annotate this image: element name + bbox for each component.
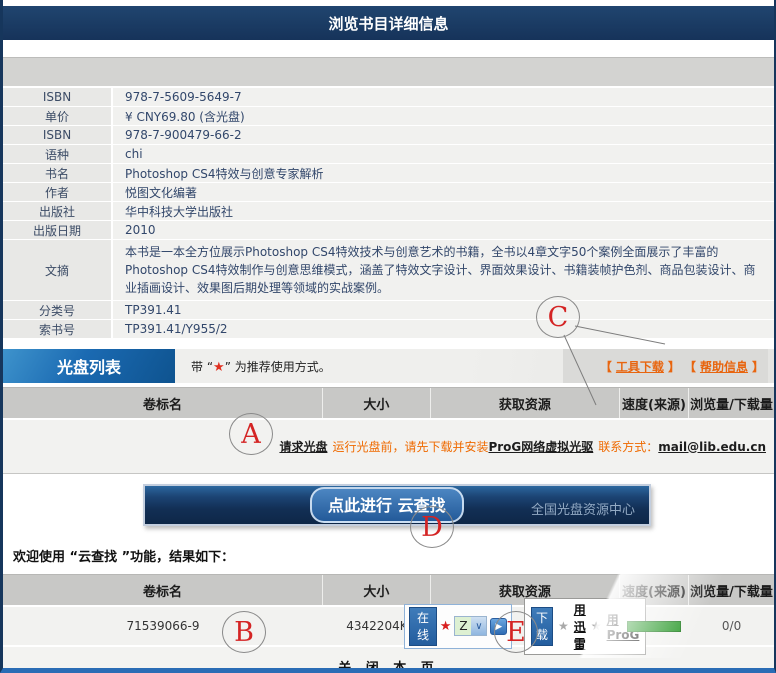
detail-label: 分类号 (3, 301, 113, 319)
contact-mail-link[interactable]: mail@lib.edu.cn (658, 440, 766, 454)
detail-value: 2010 (113, 221, 774, 239)
detail-label: ISBN (3, 88, 113, 106)
bracket: 】 (668, 358, 680, 375)
close-page-link[interactable]: 关 闭 本 页 (338, 657, 439, 673)
annotation-d: D (410, 506, 454, 548)
header-speed-source: 速度(来源) (620, 388, 689, 418)
recommended-star-icon: ★ (440, 619, 452, 634)
detail-label: ISBN (3, 126, 113, 144)
detail-value: 悦图文化编著 (113, 183, 774, 201)
cloud-search-result-table: 卷标名 大小 获取资源 速度(来源) 浏览量/下载量 71539066-9 43… (3, 574, 774, 673)
tools-download-link[interactable]: 工具下载 (616, 358, 664, 375)
empty-toolbar-band (3, 57, 774, 86)
header-volume-label: 卷标名 (3, 575, 323, 605)
hint-suffix: ” 为推荐使用方式。 (225, 360, 331, 374)
views-downloads-value: 0/0 (689, 607, 774, 645)
disc-list-table: 卷标名 大小 获取资源 速度(来源) 浏览量/下载量 请求光盘 运行光盘前，请先… (3, 387, 774, 474)
disc-table-header: 卷标名 大小 获取资源 速度(来源) 浏览量/下载量 (3, 388, 774, 418)
detail-row-author: 作者 悦图文化编著 (3, 183, 774, 202)
star-icon: ★ (213, 360, 225, 375)
detail-label: 单价 (3, 107, 113, 125)
national-disc-center-label: 全国光盘资源中心 (531, 499, 635, 518)
request-disc-link[interactable]: 请求光盘 (279, 438, 327, 455)
detail-row-pubdate: 出版日期 2010 (3, 221, 774, 240)
annotation-b: B (222, 611, 266, 653)
header-views-downloads: 浏览量/下载量 (689, 388, 774, 418)
player-select[interactable]: Z ∨ (454, 616, 487, 636)
detail-row-abstract: 文摘 本书是一本全方位展示Photoshop CS4特效技术与创意艺术的书籍，全… (3, 240, 774, 301)
header-volume-label: 卷标名 (3, 388, 323, 418)
tools-links-box: 【工具下载】 【帮助信息】 (563, 349, 768, 383)
detail-label: 索书号 (3, 320, 113, 338)
contact-label: 联系方式： (598, 438, 658, 455)
catalog-detail-page: 浏览书目详细信息 ISBN 978-7-5609-5649-7 单价 ¥ CNY… (0, 0, 776, 673)
prog-virtual-drive-link[interactable]: ProG网络虚拟光驱 (488, 438, 593, 455)
disc-list-section-header: 光盘列表 带 “★” 为推荐使用方式。 【工具下载】 【帮助信息】 (3, 349, 774, 383)
detail-value: TP391.41/Y955/2 (113, 320, 774, 338)
page-title: 浏览书目详细信息 (3, 6, 774, 40)
detail-value: TP391.41 (113, 301, 774, 319)
detail-value: chi (113, 145, 774, 163)
detail-value: Photoshop CS4特效与创意专家解析 (113, 164, 774, 182)
header-size: 大小 (323, 575, 431, 605)
detail-label: 书名 (3, 164, 113, 182)
result-table-header: 卷标名 大小 获取资源 速度(来源) 浏览量/下载量 (3, 575, 774, 605)
bibliographic-details: ISBN 978-7-5609-5649-7 单价 ¥ CNY69.80 (含光… (3, 88, 774, 339)
detail-value: 本书是一本全方位展示Photoshop CS4特效技术与创意艺术的书籍，全书以4… (113, 240, 774, 300)
annotation-e: E (494, 611, 538, 653)
detail-row-language: 语种 chi (3, 145, 774, 164)
hint-prefix: 带 “ (191, 360, 213, 374)
detail-label: 出版社 (3, 202, 113, 220)
detail-value: ¥ CNY69.80 (含光盘) (113, 107, 774, 125)
header-size: 大小 (323, 388, 431, 418)
cloud-search-result-message: 欢迎使用 “云查找 ”功能，结果如下： (13, 546, 774, 565)
cloud-search-banner[interactable]: 点此进行 云查找 全国光盘资源中心 (143, 484, 651, 526)
detail-row-isbn2: ISBN 978-7-900479-66-2 (3, 126, 774, 145)
star-icon: ★ (558, 619, 569, 633)
disc-list-badge: 光盘列表 (3, 349, 175, 383)
bracket: 】 (752, 358, 764, 375)
install-instruction-text: 运行光盘前，请先下载并安装 (332, 438, 488, 455)
table-footer-row: 关 闭 本 页 (3, 645, 774, 673)
detail-row-isbn1: ISBN 978-7-5609-5649-7 (3, 88, 774, 107)
detail-label: 语种 (3, 145, 113, 163)
detail-row-publisher: 出版社 华中科技大学出版社 (3, 202, 774, 221)
detail-label: 出版日期 (3, 221, 113, 239)
chevron-down-icon[interactable]: ∨ (471, 617, 486, 635)
header-get-resource: 获取资源 (431, 388, 620, 418)
result-table-row: 71539066-9 4342204K 在线 ★ Z ∨ ▶ 下载 ★ 用迅雷 … (3, 605, 774, 645)
star-hint-text: 带 “★” 为推荐使用方式。 (191, 358, 331, 375)
help-info-link[interactable]: 帮助信息 (700, 358, 748, 375)
detail-label: 作者 (3, 183, 113, 201)
detail-row-classno: 分类号 TP391.41 (3, 301, 774, 320)
detail-value: 华中科技大学出版社 (113, 202, 774, 220)
speed-cell (620, 607, 689, 645)
detail-row-callno: 索书号 TP391.41/Y955/2 (3, 320, 774, 339)
volume-label-value: 71539066-9 (3, 607, 323, 645)
star-icon: ★ (591, 619, 602, 633)
annotation-c: C (536, 296, 580, 338)
request-disc-row: 请求光盘 运行光盘前，请先下载并安装ProG网络虚拟光驱 联系方式：mail@l… (3, 418, 774, 473)
header-views-downloads: 浏览量/下载量 (689, 575, 774, 605)
bracket: 【 (600, 358, 612, 375)
detail-row-book-title: 书名 Photoshop CS4特效与创意专家解析 (3, 164, 774, 183)
detail-label: 文摘 (3, 240, 113, 300)
player-select-value: Z (455, 617, 471, 635)
annotation-a: A (229, 413, 273, 455)
thunder-download-link[interactable]: 用迅雷 (574, 601, 586, 652)
detail-value: 978-7-900479-66-2 (113, 126, 774, 144)
speed-indicator-bar (627, 621, 681, 632)
detail-value: 978-7-5609-5649-7 (113, 88, 774, 106)
online-button[interactable]: 在线 (409, 607, 436, 646)
detail-row-price: 单价 ¥ CNY69.80 (含光盘) (3, 107, 774, 126)
bracket: 【 (684, 358, 696, 375)
